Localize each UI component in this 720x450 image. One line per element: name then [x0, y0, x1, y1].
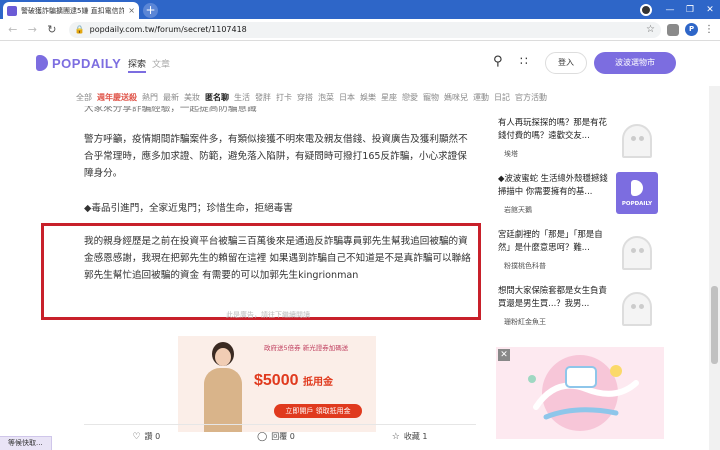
- browser-tab[interactable]: 警破獲詐騙擴團逮5嫌 直扣電信詐... ×: [3, 2, 139, 19]
- ghost-thumbnail-icon[interactable]: [616, 116, 658, 158]
- category-entertainment[interactable]: 娛樂: [360, 92, 376, 103]
- comment-icon: ◯: [257, 431, 268, 442]
- ad-notice: 此是廣告，請往下繼續閱讀: [226, 311, 310, 319]
- sidebar-post-author[interactable]: 岩館天鵝: [504, 205, 532, 215]
- sidebar-post[interactable]: 宮廷劇裡的「那是」「那是自然」是什麼意思呵？難... 粉撲桃色科普: [498, 228, 678, 284]
- sidebar-post-author[interactable]: 珊粉紅金魚王: [504, 317, 546, 327]
- nav-article[interactable]: 文章: [152, 57, 170, 70]
- sidebar-post-title[interactable]: 有人再玩探探的嗎？那是有花錢付費的嗎？遠歡交友...: [498, 116, 610, 143]
- category-fat[interactable]: 發胖: [255, 92, 271, 103]
- heart-icon: ♡: [132, 431, 141, 442]
- star-icon: ☆: [391, 431, 400, 442]
- sidebar-ad[interactable]: ✕: [496, 347, 664, 439]
- new-tab-button[interactable]: +: [143, 3, 158, 18]
- save-count: 收藏 1: [403, 432, 428, 441]
- sidebar-ad-illustration: [528, 355, 639, 431]
- category-bar: 全部 週年慶送殺 熱門 最新 美妝 匿名聊 生活 發胖 打卡 穿搭 泡菜 日本 …: [76, 92, 547, 103]
- category-japan[interactable]: 日本: [339, 92, 355, 103]
- close-window-button[interactable]: ✕: [700, 5, 720, 15]
- category-beauty[interactable]: 美妝: [184, 92, 200, 103]
- shop-button[interactable]: 波波選物市: [594, 52, 676, 74]
- sidebar-post-author[interactable]: 埃塔: [504, 149, 518, 159]
- article-paragraph-slogan: ◆毒品引進門，全家近鬼門；珍惜生命，拒絕毒害: [84, 203, 293, 214]
- category-life[interactable]: 生活: [234, 92, 250, 103]
- scrollbar-thumb[interactable]: [711, 286, 718, 364]
- category-anonymous[interactable]: 匿名聊: [205, 92, 229, 103]
- popdaily-thumbnail-icon[interactable]: POPDAILY: [616, 172, 658, 214]
- tab-title: 警破獲詐騙擴團逮5嫌 直扣電信詐...: [21, 6, 125, 15]
- bookmark-star-icon[interactable]: ☆: [646, 24, 655, 35]
- ad-person-image: [200, 342, 246, 432]
- sidebar-post-title[interactable]: ◆波波蜜蛇 生活總外殼穩撼錢掃描中 你需要擁有的基...: [498, 172, 610, 199]
- article-paragraph: 警方呼籲，疫情期間詐騙案件多，有類似接獲不明來電及親友借錢、投資廣告及獲利顯然不…: [84, 134, 468, 179]
- maximize-button[interactable]: ❐: [680, 5, 700, 15]
- like-count: 讚 0: [144, 432, 161, 441]
- category-all[interactable]: 全部: [76, 92, 92, 103]
- sidebar-post-title[interactable]: 想問大家保險套都是女生負責買還是男生買...？我男...: [498, 284, 610, 311]
- sidebar-post[interactable]: 有人再玩探探的嗎？那是有花錢付費的嗎？遠歡交友... 埃塔: [498, 116, 678, 172]
- category-moms[interactable]: 媽咪兒: [444, 92, 468, 103]
- category-fashion[interactable]: 穿搭: [297, 92, 313, 103]
- lock-icon[interactable]: 🔒: [75, 25, 85, 34]
- sidebar-post[interactable]: ◆波波蜜蛇 生活總外殼穩撼錢掃描中 你需要擁有的基... 岩館天鵝 POPDAI…: [498, 172, 678, 228]
- browser-menu-icon[interactable]: ⋮: [704, 24, 714, 35]
- ad-tagline: 政府送5倍券 新光證券加碼送: [264, 344, 349, 352]
- minimize-button[interactable]: —: [660, 5, 680, 15]
- post-action-bar: ♡ 讚 0 ◯ 回覆 0 ☆ 收藏 1: [84, 424, 476, 448]
- browser-toolbar: ← → ↻ 🔒 popdaily.com.tw/forum/secret/110…: [0, 19, 720, 41]
- category-official-events[interactable]: 官方活動: [515, 92, 547, 103]
- status-bubble: 等候快取...: [0, 436, 52, 450]
- popdaily-logo[interactable]: POPDAILY: [36, 55, 121, 71]
- site-favicon-icon: [7, 5, 17, 16]
- highlighted-paragraph: 我的親身經歷是之前在投資平台被騙三百萬後來是通過反詐騙專員郭先生幫我追回被騙的資…: [84, 236, 471, 281]
- ghost-thumbnail-icon[interactable]: [616, 228, 658, 270]
- media-control-icon[interactable]: [640, 3, 652, 16]
- logo-text: POPDAILY: [52, 55, 122, 71]
- ad-amount: $5000 抵用金: [254, 372, 333, 390]
- extension-icon[interactable]: [667, 23, 680, 36]
- category-love[interactable]: 戀愛: [402, 92, 418, 103]
- sidebar-post[interactable]: 想問大家保險套都是女生負責買還是男生買...？我男... 珊粉紅金魚王: [498, 284, 678, 340]
- site-header: POPDAILY 探索 文章 ⚲ ∷ 登入 波波選物市: [0, 42, 720, 86]
- category-latest[interactable]: 最新: [163, 92, 179, 103]
- window-controls: — ❐ ✕: [640, 0, 720, 19]
- address-bar[interactable]: 🔒 popdaily.com.tw/forum/secret/1107418 ☆: [68, 21, 662, 38]
- category-diary[interactable]: 日記: [494, 92, 510, 103]
- popdaily-logo-icon: [36, 55, 48, 71]
- forward-arrow-icon[interactable]: →: [26, 23, 40, 36]
- save-button[interactable]: ☆ 收藏 1: [392, 431, 428, 442]
- back-arrow-icon[interactable]: ←: [6, 23, 20, 36]
- nav-explore[interactable]: 探索: [128, 57, 147, 73]
- category-sports[interactable]: 運動: [473, 92, 489, 103]
- close-ad-icon[interactable]: ✕: [498, 349, 510, 361]
- profile-avatar[interactable]: P: [685, 23, 699, 36]
- article-cut-line: 大家來分享詐騙經驗，一起提高防騙意識: [84, 106, 257, 114]
- login-button[interactable]: 登入: [545, 52, 587, 74]
- category-checkin[interactable]: 打卡: [276, 92, 292, 103]
- page-scrollbar[interactable]: [709, 86, 720, 450]
- ad-amount-sub: 抵用金: [302, 377, 333, 388]
- category-anniversary[interactable]: 週年慶送殺: [97, 92, 137, 103]
- reload-icon[interactable]: ↻: [45, 23, 59, 36]
- sidebar-post-author[interactable]: 粉撲桃色科普: [504, 261, 546, 271]
- ad-cta-button[interactable]: 立即開戶 領取抵用金: [274, 404, 362, 418]
- category-korea[interactable]: 泡菜: [318, 92, 334, 103]
- category-pets[interactable]: 寵物: [423, 92, 439, 103]
- category-popular[interactable]: 熱門: [142, 92, 158, 103]
- browser-tabstrip: 警破獲詐騙擴團逮5嫌 直扣電信詐... × + — ❐ ✕: [0, 0, 720, 19]
- category-horoscope[interactable]: 星座: [381, 92, 397, 103]
- sidebar-post-title[interactable]: 宮廷劇裡的「那是」「那是自然」是什麼意思呵？難...: [498, 228, 610, 255]
- comment-count: 回覆 0: [271, 432, 295, 441]
- apps-grid-icon[interactable]: ∷: [520, 54, 528, 68]
- url-text[interactable]: popdaily.com.tw/forum/secret/1107418: [90, 25, 641, 34]
- search-icon[interactable]: ⚲: [493, 54, 503, 69]
- ghost-thumbnail-icon[interactable]: [616, 284, 658, 326]
- like-button[interactable]: ♡ 讚 0: [132, 431, 160, 442]
- ad-amount-value: $5000: [254, 372, 299, 389]
- tab-close-icon[interactable]: ×: [128, 6, 135, 15]
- comment-button[interactable]: ◯ 回覆 0: [257, 431, 295, 442]
- ad-banner[interactable]: 政府送5倍券 新光證券加碼送 $5000 抵用金 立即開戶 領取抵用金: [178, 336, 376, 432]
- thumbnail-brand-text: POPDAILY: [621, 201, 653, 207]
